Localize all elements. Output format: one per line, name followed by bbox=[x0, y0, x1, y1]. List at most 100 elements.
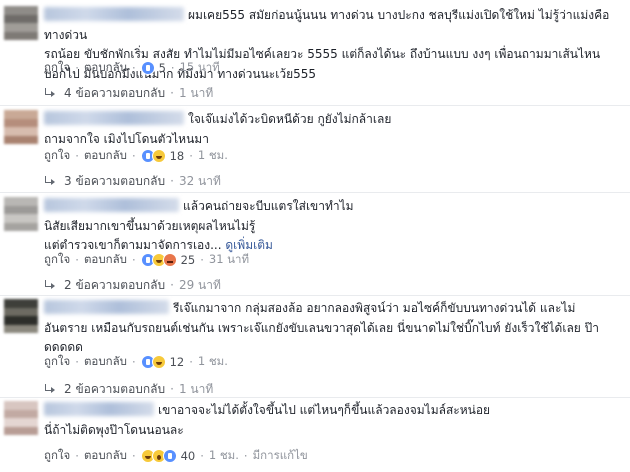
view-replies-link[interactable]: 2 ข้อความตอบกลับ · 1 นาที bbox=[44, 380, 213, 398]
reply-arrow-icon bbox=[44, 176, 56, 186]
replies-count-label[interactable]: 3 ข้อความตอบกลับ bbox=[64, 172, 165, 191]
reaction-icons[interactable] bbox=[140, 61, 155, 75]
separator-dot: · bbox=[75, 61, 79, 75]
comment-body: เขาอาจจะไม่ได้ตั้งใจขึ้นไป แต่ไหนๆก็ขึ้น… bbox=[44, 401, 622, 440]
reply-link[interactable]: ตอบกลับ bbox=[84, 353, 127, 371]
avatar[interactable] bbox=[4, 197, 38, 231]
reply-link[interactable]: ตอบกลับ bbox=[84, 447, 127, 465]
replies-timestamp: 1 นาที bbox=[178, 85, 214, 100]
separator-dot: · bbox=[75, 449, 79, 463]
comment-timestamp[interactable]: 1 ชม. bbox=[198, 147, 228, 165]
comment-text: เขาอาจจะไม่ได้ตั้งใจขึ้นไป แต่ไหนๆก็ขึ้น… bbox=[158, 403, 491, 417]
haha-reaction-icon bbox=[151, 355, 166, 369]
comment-text: รีเจ๊แกมาจาก กลุ่มสองล้อ อยากลองพิสูจน์ว… bbox=[173, 301, 576, 315]
separator-dot: · bbox=[75, 253, 79, 267]
comment: ผมเคย555 สมัยก่อนนู้นนน ทางด่วน บางปะกง … bbox=[0, 6, 630, 105]
comment-timestamp[interactable]: 1 ชม. bbox=[209, 447, 239, 465]
reply-link[interactable]: ตอบกลับ bbox=[84, 147, 127, 165]
separator-dot: · bbox=[131, 449, 136, 463]
separator-dot: · bbox=[131, 61, 136, 75]
separator-dot: · bbox=[189, 149, 193, 163]
separator-dot: · bbox=[75, 149, 79, 163]
reply-link[interactable]: ตอบกลับ bbox=[84, 59, 127, 77]
comment-timestamp[interactable]: 31 นาที bbox=[209, 251, 249, 269]
comment-text-line: อันตราย เหมือนกับรถยนต์เช่นกัน เพราะเจ๊แ… bbox=[44, 319, 622, 339]
separator-dot: · bbox=[131, 149, 136, 163]
comment-timestamp[interactable]: 1 ชม. bbox=[198, 353, 228, 371]
comment-text: นี่ถ้าไม่ติดพุงป๊าโดนนอนละ bbox=[44, 422, 184, 437]
replies-count-label[interactable]: 2 ข้อความตอบกลับ bbox=[64, 276, 165, 295]
like-link[interactable]: ถูกใจ bbox=[44, 447, 70, 465]
view-replies-link[interactable]: 2 ข้อความตอบกลับ · 29 นาที bbox=[44, 276, 221, 294]
comment: ใจเจ๊แม่งได้วะบิดหนีด้วย กูยังไม่กล้าเลย… bbox=[0, 110, 630, 192]
separator-dot: · bbox=[189, 355, 193, 369]
separator-dot: · bbox=[170, 61, 175, 75]
reaction-count[interactable]: 25 bbox=[181, 253, 196, 267]
edited-label[interactable]: มีการแก้ไข bbox=[253, 447, 308, 465]
comment-text: นิสัยเสียมากเขาขึ้นมาด้วยเหตุผลไหนไม่รู้ bbox=[44, 218, 256, 233]
separator-dot: · bbox=[131, 253, 136, 267]
comment-divider bbox=[0, 105, 630, 106]
comment-actions: ถูกใจ · ตอบกลับ · 5 · 15 นาที bbox=[44, 58, 220, 78]
comment-actions: ถูกใจ · ตอบกลับ · 25 · 31 นาที bbox=[44, 250, 249, 270]
separator-dot: · bbox=[170, 174, 174, 188]
reaction-count[interactable]: 5 bbox=[159, 61, 166, 75]
comment-actions: ถูกใจ · ตอบกลับ · 18 · 1 ชม. bbox=[44, 146, 228, 166]
reaction-count[interactable]: 40 bbox=[181, 449, 196, 463]
separator-dot: · bbox=[170, 382, 174, 396]
commenter-name[interactable] bbox=[44, 7, 184, 21]
replies-count-label[interactable]: 2 ข้อความตอบกลับ bbox=[64, 380, 165, 399]
commenter-name[interactable] bbox=[44, 300, 169, 314]
separator-dot: · bbox=[200, 449, 204, 463]
reply-arrow-icon bbox=[44, 88, 56, 98]
avatar[interactable] bbox=[4, 299, 38, 333]
separator-dot: · bbox=[243, 449, 248, 463]
comment-text-line: นี่ถ้าไม่ติดพุงป๊าโดนนอนละ bbox=[44, 421, 622, 441]
comment: เขาอาจจะไม่ได้ตั้งใจขึ้นไป แต่ไหนๆก็ขึ้น… bbox=[0, 401, 630, 472]
angry-reaction-icon bbox=[162, 253, 177, 267]
comment-thread: ผมเคย555 สมัยก่อนนู้นนน ทางด่วน บางปะกง … bbox=[0, 0, 630, 472]
reaction-icons[interactable] bbox=[140, 355, 166, 369]
reaction-count[interactable]: 18 bbox=[170, 149, 185, 163]
reaction-count[interactable]: 12 bbox=[170, 355, 185, 369]
commenter-name[interactable] bbox=[44, 198, 179, 212]
haha-reaction-icon bbox=[151, 149, 166, 163]
avatar[interactable] bbox=[4, 6, 38, 40]
comment-divider bbox=[0, 295, 630, 296]
comment-text-line: รีเจ๊แกมาจาก กลุ่มสองล้อ อยากลองพิสูจน์ว… bbox=[44, 299, 622, 319]
separator-dot: · bbox=[131, 355, 136, 369]
comment-body: แล้วคนถ่ายจะบีบแตรใส่เขาทำไมนิสัยเสียมาก… bbox=[44, 197, 622, 256]
like-link[interactable]: ถูกใจ bbox=[44, 251, 70, 269]
reaction-icons[interactable] bbox=[140, 449, 177, 463]
comment-text-line: ผมเคย555 สมัยก่อนนู้นนน ทางด่วน บางปะกง … bbox=[44, 6, 622, 45]
avatar[interactable] bbox=[4, 110, 38, 144]
separator-dot: · bbox=[200, 253, 204, 267]
comment-text-line: เขาอาจจะไม่ได้ตั้งใจขึ้นไป แต่ไหนๆก็ขึ้น… bbox=[44, 401, 622, 421]
commenter-name[interactable] bbox=[44, 111, 184, 125]
like-link[interactable]: ถูกใจ bbox=[44, 59, 70, 77]
comment-text-line: นิสัยเสียมากเขาขึ้นมาด้วยเหตุผลไหนไม่รู้ bbox=[44, 217, 622, 237]
comment-text: ใจเจ๊แม่งได้วะบิดหนีด้วย กูยังไม่กล้าเลย bbox=[188, 112, 392, 126]
comment-timestamp[interactable]: 15 นาที bbox=[180, 59, 220, 77]
comment-text-line: แล้วคนถ่ายจะบีบแตรใส่เขาทำไม bbox=[44, 197, 622, 217]
view-replies-link[interactable]: 4 ข้อความตอบกลับ · 1 นาที bbox=[44, 84, 213, 102]
reaction-icons[interactable] bbox=[140, 253, 177, 267]
reaction-icons[interactable] bbox=[140, 149, 166, 163]
avatar[interactable] bbox=[4, 401, 38, 435]
comment-actions: ถูกใจ · ตอบกลับ · 40 · 1 ชม. · มีการแก้ไข bbox=[44, 446, 308, 466]
comment-body: ใจเจ๊แม่งได้วะบิดหนีด้วย กูยังไม่กล้าเลย… bbox=[44, 110, 622, 149]
view-replies-link[interactable]: 3 ข้อความตอบกลับ · 32 นาที bbox=[44, 172, 221, 190]
like-link[interactable]: ถูกใจ bbox=[44, 147, 70, 165]
comment-divider bbox=[0, 192, 630, 193]
commenter-name[interactable] bbox=[44, 402, 154, 416]
replies-timestamp: 32 นาที bbox=[178, 173, 221, 188]
like-link[interactable]: ถูกใจ bbox=[44, 353, 70, 371]
comment: รีเจ๊แกมาจาก กลุ่มสองล้อ อยากลองพิสูจน์ว… bbox=[0, 299, 630, 397]
comment-text: อันตราย เหมือนกับรถยนต์เช่นกัน เพราะเจ๊แ… bbox=[44, 320, 599, 335]
reply-link[interactable]: ตอบกลับ bbox=[84, 251, 127, 269]
like-reaction-icon bbox=[140, 61, 155, 75]
comment-text: แล้วคนถ่ายจะบีบแตรใส่เขาทำไม bbox=[183, 199, 354, 213]
like-reaction-icon bbox=[162, 449, 177, 463]
replies-count-label[interactable]: 4 ข้อความตอบกลับ bbox=[64, 84, 165, 103]
comment-actions: ถูกใจ · ตอบกลับ · 12 · 1 ชม. bbox=[44, 352, 228, 372]
